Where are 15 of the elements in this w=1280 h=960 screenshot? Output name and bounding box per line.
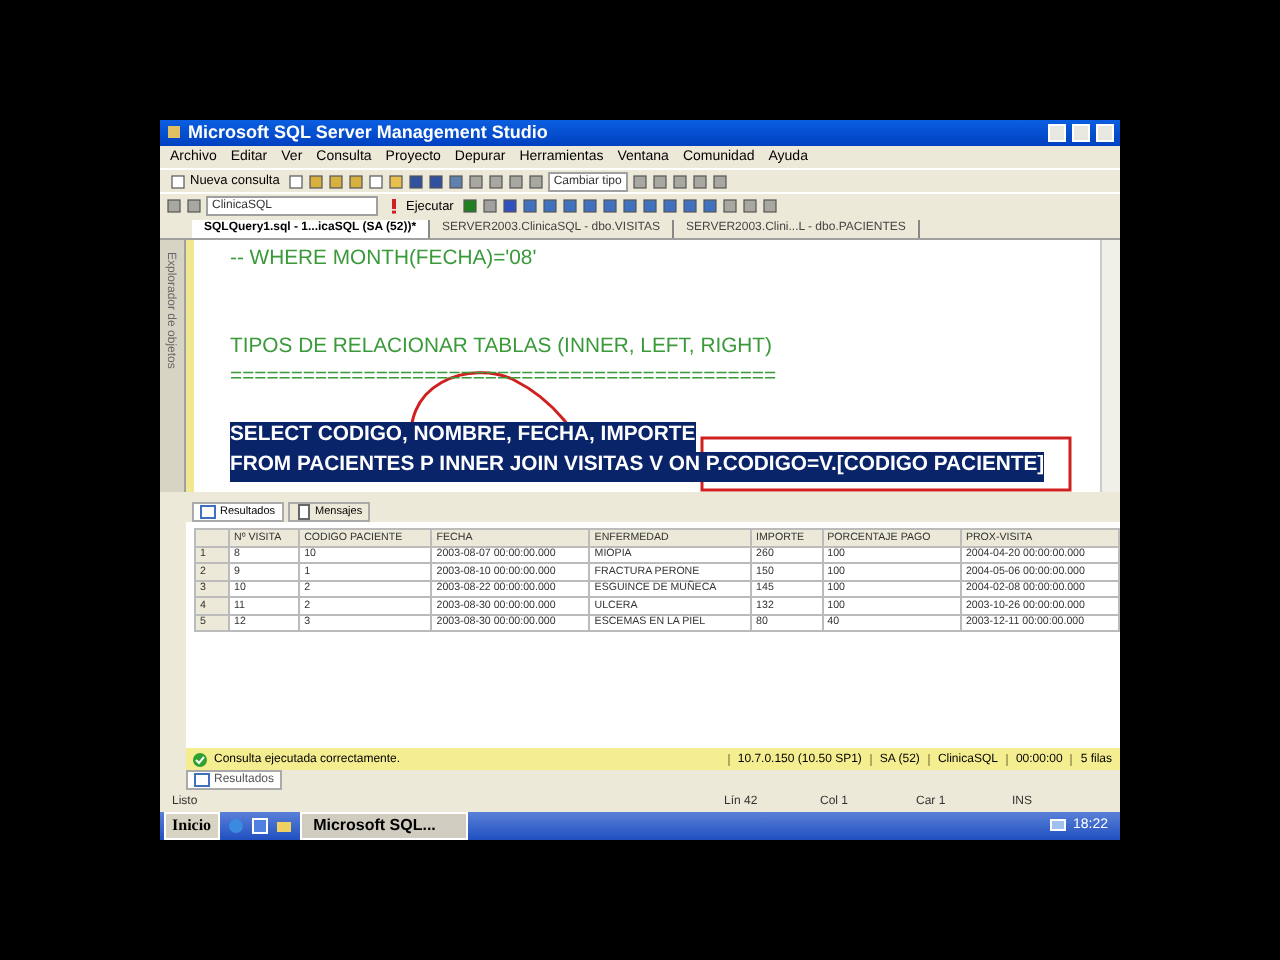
selected-code: SELECT CODIGO, NOMBRE, FECHA, IMPORTE <box>230 422 696 452</box>
close-button[interactable] <box>1096 123 1114 142</box>
exclamation-icon <box>386 198 402 215</box>
app-icon <box>166 124 182 141</box>
code-editor[interactable] <box>186 240 1120 493</box>
scrollbar[interactable] <box>1100 240 1120 493</box>
start-button[interactable]: Inicio <box>164 811 220 840</box>
maximize-button[interactable] <box>1072 123 1090 142</box>
taskbar-button[interactable]: Microsoft SQL... <box>299 811 468 840</box>
code-comment: TIPOS DE RELACIONAR TABLAS (INNER, LEFT, RIGHT) <box>230 334 774 363</box>
code-comment: -- WHERE MONTH(FECHA)='08' <box>230 246 539 275</box>
minimize-button[interactable] <box>1048 123 1066 142</box>
window-icon[interactable] <box>251 817 268 834</box>
window-title: Microsoft SQL Server Management Studio <box>188 122 550 143</box>
selected-code: FROM PACIENTES P INNER JOIN VISITAS V ON P.CODIGO=V.[CODIGO PACIENTE] <box>230 451 1045 482</box>
